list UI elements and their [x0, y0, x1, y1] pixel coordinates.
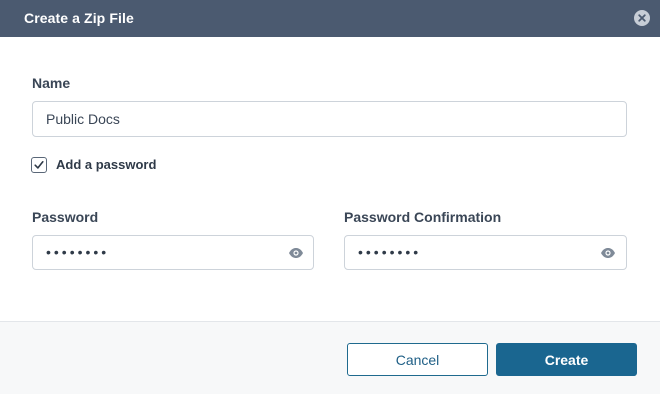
- password-value: ••••••••: [46, 244, 110, 260]
- create-button[interactable]: Create: [496, 343, 637, 376]
- add-password-checkbox[interactable]: [31, 157, 47, 173]
- password-label: Password: [32, 209, 99, 225]
- password-confirmation-input[interactable]: ••••••••: [344, 235, 627, 270]
- dialog-footer: Cancel Create: [0, 321, 660, 394]
- dialog-title: Create a Zip File: [24, 10, 134, 26]
- name-label: Name: [32, 75, 71, 91]
- eye-icon[interactable]: [600, 246, 616, 260]
- close-icon: [638, 14, 646, 22]
- close-button[interactable]: [634, 10, 650, 26]
- name-input[interactable]: [32, 101, 627, 137]
- dialog-titlebar: Create a Zip File: [0, 0, 660, 37]
- password-confirmation-label: Password Confirmation: [344, 209, 502, 225]
- password-confirmation-value: ••••••••: [358, 244, 422, 260]
- password-input[interactable]: ••••••••: [32, 235, 314, 270]
- checkmark-icon: [34, 161, 44, 169]
- add-password-label[interactable]: Add a password: [56, 157, 156, 172]
- eye-icon[interactable]: [288, 246, 304, 260]
- cancel-button[interactable]: Cancel: [347, 343, 488, 376]
- create-zip-dialog: Create a Zip File Name Add a password Pa…: [0, 0, 660, 394]
